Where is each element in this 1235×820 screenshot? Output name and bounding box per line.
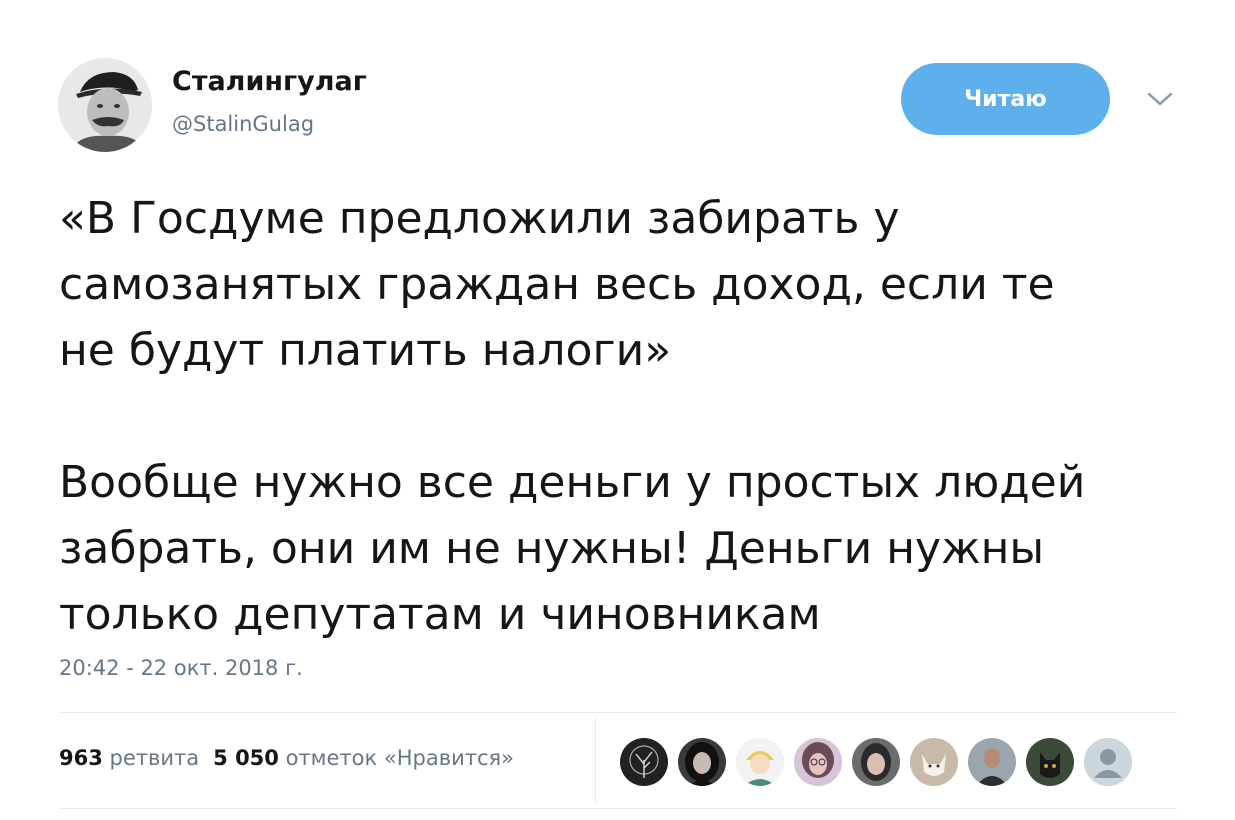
liker-avatar[interactable] xyxy=(1026,738,1074,786)
liker-avatar[interactable] xyxy=(910,738,958,786)
default-avatar-icon xyxy=(1084,738,1132,786)
tweet-line: не будут платить налоги» xyxy=(59,325,672,376)
display-name[interactable]: Сталингулаг xyxy=(172,66,367,97)
man-avatar-icon xyxy=(968,738,1016,786)
tweet-paragraph: Вообще нужно все деньги у простых людей … xyxy=(59,450,1209,648)
divider xyxy=(59,712,1177,713)
tweet-paragraph: «В Госдуме предложили забирать у самозан… xyxy=(59,186,1209,384)
woman-avatar-icon xyxy=(852,738,900,786)
retweets-label: ретвита xyxy=(109,746,200,770)
chevron-down-icon[interactable] xyxy=(1146,90,1174,108)
tweet-line: Вообще нужно все деньги у простых людей xyxy=(59,457,1086,508)
tweet-line: только депутатам и чиновникам xyxy=(59,589,821,640)
woman-avatar-icon xyxy=(678,738,726,786)
liker-avatar[interactable] xyxy=(620,738,668,786)
retweets-count: 963 xyxy=(59,746,103,770)
liker-avatar[interactable] xyxy=(1084,738,1132,786)
cartoon-avatar-icon xyxy=(736,738,784,786)
likes-label: отметок «Нравится» xyxy=(285,746,514,770)
tree-avatar-icon xyxy=(620,738,668,786)
divider xyxy=(59,808,1177,809)
cat-avatar-icon xyxy=(1026,738,1074,786)
liker-avatar[interactable] xyxy=(678,738,726,786)
likes-count: 5 050 xyxy=(213,746,279,770)
retweets-stat[interactable]: 963 ретвита xyxy=(59,746,199,770)
liker-avatar[interactable] xyxy=(794,738,842,786)
user-handle[interactable]: @StalinGulag xyxy=(172,112,314,136)
liker-avatar[interactable] xyxy=(736,738,784,786)
girl-avatar-icon xyxy=(794,738,842,786)
likes-stat[interactable]: 5 050 отметок «Нравится» xyxy=(213,746,514,770)
tweet-stats: 963 ретвита 5 050 отметок «Нравится» xyxy=(59,746,514,770)
tweet-timestamp[interactable]: 20:42 - 22 окт. 2018 г. xyxy=(59,656,303,680)
tweet-line: «В Госдуме предложили забирать у xyxy=(59,193,900,244)
divider xyxy=(595,718,596,804)
following-button[interactable]: Читаю xyxy=(901,63,1110,135)
tweet-line: самозанятых граждан весь доход, если те xyxy=(59,259,1055,310)
tweet-line: забрать, они им не нужны! Деньги нужны xyxy=(59,523,1045,574)
tweet-text: «В Госдуме предложили забирать у самозан… xyxy=(59,186,1209,648)
profile-avatar[interactable] xyxy=(58,58,152,152)
profile-photo-icon xyxy=(58,58,152,152)
liker-avatar[interactable] xyxy=(968,738,1016,786)
liker-avatar[interactable] xyxy=(852,738,900,786)
cat-avatar-icon xyxy=(910,738,958,786)
